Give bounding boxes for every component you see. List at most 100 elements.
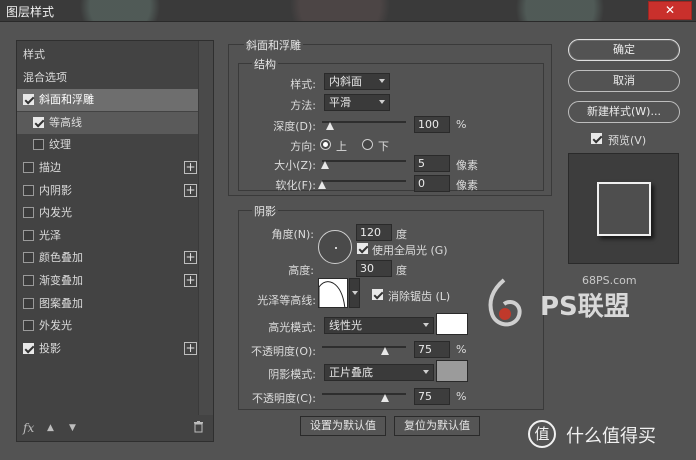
add-effect-icon[interactable]: + — [184, 161, 197, 174]
highlight-opacity-input[interactable]: 75 — [414, 341, 450, 358]
reset-default-button[interactable]: 复位为默认值 — [394, 416, 480, 436]
structure-title: 结构 — [252, 56, 278, 72]
bottom-watermark-text: 什么值得买 — [566, 426, 656, 447]
fx-icon[interactable]: fx — [23, 421, 34, 435]
soften-slider-thumb[interactable] — [318, 181, 326, 189]
highlight-mode-label: 高光模式: — [268, 321, 316, 334]
style-list-item[interactable]: 等高线 — [17, 111, 213, 134]
size-slider-track[interactable] — [322, 160, 406, 162]
method-select-value: 平滑 — [329, 96, 351, 109]
preview-checkbox[interactable] — [591, 133, 602, 144]
style-item-checkbox[interactable] — [23, 342, 34, 354]
style-list-item[interactable]: 图案叠加 — [17, 293, 213, 315]
style-list-item[interactable]: 内发光 — [17, 202, 213, 224]
style-list-item[interactable]: 光泽 — [17, 225, 213, 247]
style-item-checkbox[interactable] — [23, 184, 34, 196]
close-button[interactable]: ✕ — [648, 1, 692, 20]
style-list-item[interactable]: 渐变叠加 + — [17, 270, 213, 292]
style-list-item[interactable]: 外发光 — [17, 315, 213, 337]
style-list-item[interactable]: 混合选项 — [17, 67, 213, 89]
cancel-button[interactable]: 取消 — [568, 70, 680, 92]
style-list-item[interactable]: 斜面和浮雕 — [17, 89, 213, 112]
style-list-item[interactable]: 描边 + — [17, 157, 213, 179]
add-effect-icon[interactable]: + — [184, 341, 197, 355]
depth-input[interactable]: 100 — [414, 116, 450, 133]
move-down-icon[interactable]: ▼ — [69, 423, 76, 433]
move-up-icon[interactable]: ▲ — [47, 423, 54, 433]
highlight-opacity-label: 不透明度(O): — [251, 345, 316, 358]
style-item-checkbox[interactable] — [23, 94, 34, 106]
style-list-item[interactable]: 投影 + — [17, 338, 213, 360]
global-light-checkbox[interactable] — [357, 243, 368, 254]
preview-label: 预览(V) — [608, 134, 647, 147]
method-select[interactable]: 平滑 — [324, 94, 390, 111]
depth-label: 深度(D): — [273, 120, 316, 133]
add-effect-icon[interactable]: + — [184, 274, 197, 287]
soften-input[interactable]: 0 — [414, 175, 450, 192]
style-item-checkbox[interactable] — [23, 297, 34, 309]
depth-slider-track[interactable] — [322, 121, 406, 123]
add-effect-icon[interactable]: + — [184, 251, 197, 265]
add-effect-icon[interactable]: + — [184, 183, 197, 197]
style-select[interactable]: 内斜面 — [324, 73, 390, 90]
style-item-checkbox[interactable] — [23, 207, 34, 219]
style-item-label: 纹理 — [49, 138, 71, 152]
style-item-label: 内阴影 — [39, 183, 72, 197]
size-input[interactable]: 5 — [414, 155, 450, 172]
shadow-mode-value: 正片叠底 — [329, 366, 373, 379]
highlight-mode-value: 线性光 — [329, 319, 362, 332]
style-item-checkbox[interactable] — [23, 162, 34, 173]
set-default-button[interactable]: 设置为默认值 — [300, 416, 386, 436]
method-label: 方法: — [290, 99, 316, 112]
new-style-button[interactable]: 新建样式(W)... — [568, 101, 680, 123]
highlight-opacity-thumb[interactable] — [381, 347, 389, 355]
style-item-label: 外发光 — [39, 319, 72, 333]
style-list-item[interactable]: 样式 — [17, 44, 213, 66]
gloss-contour-dropdown[interactable] — [349, 278, 360, 308]
style-list-item[interactable]: 内阴影 + — [17, 180, 213, 202]
highlight-opacity-track[interactable] — [322, 346, 406, 348]
style-item-checkbox[interactable] — [23, 252, 34, 264]
style-label: 样式: — [290, 78, 316, 91]
direction-up-radio[interactable] — [320, 139, 331, 150]
style-item-label: 颜色叠加 — [39, 251, 83, 265]
depth-slider-thumb[interactable] — [326, 122, 335, 130]
angle-input[interactable]: 120 — [356, 224, 392, 241]
trash-icon[interactable] — [193, 421, 204, 436]
chevron-down-icon — [423, 370, 429, 374]
style-item-label: 渐变叠加 — [39, 274, 83, 287]
shadow-mode-select[interactable]: 正片叠底 — [324, 364, 434, 381]
shadow-color-swatch[interactable] — [436, 360, 468, 382]
style-item-checkbox[interactable] — [33, 116, 44, 128]
style-item-checkbox[interactable] — [33, 139, 44, 151]
chevron-down-icon — [379, 100, 385, 104]
highlight-mode-select[interactable]: 线性光 — [324, 317, 434, 334]
altitude-label: 高度: — [288, 264, 314, 277]
style-item-label: 样式 — [23, 48, 45, 61]
size-slider-thumb[interactable] — [320, 161, 329, 169]
style-list-item[interactable]: 颜色叠加 + — [17, 247, 213, 269]
ok-button[interactable]: 确定 — [568, 39, 680, 61]
shadow-opacity-input[interactable]: 75 — [414, 388, 450, 405]
style-item-checkbox[interactable] — [23, 320, 34, 332]
antialias-checkbox[interactable] — [372, 289, 383, 300]
bevel-group-title: 斜面和浮雕 — [244, 37, 303, 53]
style-item-checkbox[interactable] — [23, 229, 34, 241]
styles-list-scrollbar[interactable] — [198, 41, 213, 415]
highlight-color-swatch[interactable] — [436, 313, 468, 335]
chevron-down-icon — [379, 79, 385, 83]
preview-square — [597, 182, 651, 236]
shadow-opacity-track[interactable] — [322, 393, 406, 395]
altitude-input[interactable]: 30 — [356, 260, 392, 277]
style-list-item[interactable]: 纹理 — [17, 134, 213, 156]
ps-logo-icon — [478, 276, 530, 334]
gloss-contour-preview[interactable] — [318, 278, 348, 308]
angle-dial[interactable] — [318, 230, 352, 264]
direction-down-radio[interactable] — [362, 139, 373, 150]
soften-slider-track[interactable] — [322, 180, 406, 182]
shadow-opacity-thumb[interactable] — [381, 394, 389, 402]
style-item-label: 描边 — [39, 161, 61, 174]
gloss-contour-label: 光泽等高线: — [257, 294, 316, 307]
style-item-checkbox[interactable] — [23, 275, 34, 286]
style-select-value: 内斜面 — [329, 75, 362, 88]
